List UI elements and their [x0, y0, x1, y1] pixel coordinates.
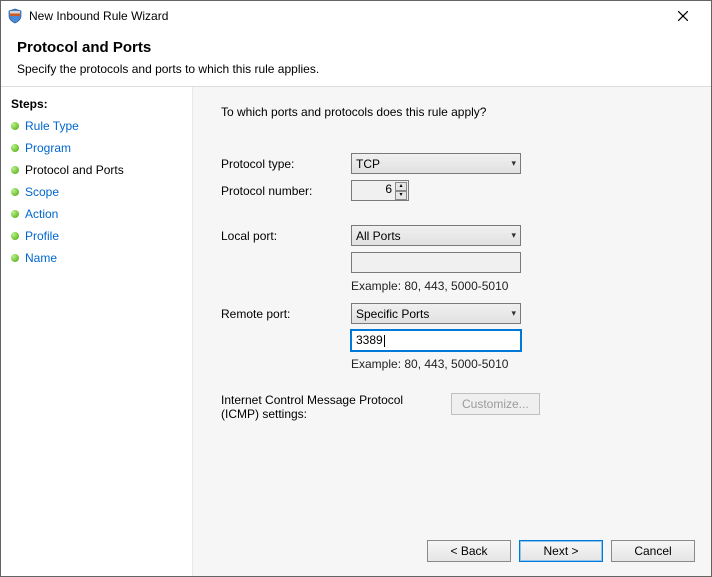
step-label: Protocol and Ports [25, 163, 124, 177]
protocol-number-input[interactable]: 6 ▴▾ [351, 180, 409, 201]
bullet-icon [11, 122, 19, 130]
protocol-number-value: 6 [385, 182, 392, 196]
remote-port-input[interactable]: 3389 [351, 330, 521, 351]
step-action[interactable]: Action [1, 203, 192, 225]
local-port-select[interactable]: All Ports ▾ [351, 225, 521, 246]
close-button[interactable] [663, 2, 703, 30]
step-label: Name [25, 251, 57, 265]
local-port-value: All Ports [356, 229, 401, 243]
steps-heading: Steps: [1, 97, 192, 115]
cancel-button[interactable]: Cancel [611, 540, 695, 562]
customize-button: Customize... [451, 393, 540, 415]
text-caret [384, 335, 385, 347]
page-title: Protocol and Ports [17, 39, 695, 56]
title-bar: New Inbound Rule Wizard [1, 1, 711, 31]
wizard-footer: < Back Next > Cancel [427, 540, 695, 562]
chevron-down-icon: ▾ [511, 230, 516, 241]
step-protocol-and-ports[interactable]: Protocol and Ports [1, 159, 192, 181]
step-rule-type[interactable]: Rule Type [1, 115, 192, 137]
step-label: Profile [25, 229, 59, 243]
bullet-icon [11, 144, 19, 152]
step-label: Program [25, 141, 71, 155]
local-port-example: Example: 80, 443, 5000-5010 [351, 279, 691, 293]
protocol-type-select[interactable]: TCP ▾ [351, 153, 521, 174]
protocol-type-label: Protocol type: [221, 157, 351, 171]
local-port-label: Local port: [221, 229, 351, 243]
bullet-icon [11, 254, 19, 262]
step-label: Scope [25, 185, 59, 199]
protocol-type-value: TCP [356, 157, 380, 171]
back-button[interactable]: < Back [427, 540, 511, 562]
content-prompt: To which ports and protocols does this r… [221, 105, 691, 119]
page-subtitle: Specify the protocols and ports to which… [17, 62, 695, 76]
step-profile[interactable]: Profile [1, 225, 192, 247]
step-scope[interactable]: Scope [1, 181, 192, 203]
close-icon [678, 11, 688, 21]
content-panel: To which ports and protocols does this r… [193, 87, 711, 576]
steps-sidebar: Steps: Rule Type Program Protocol and Po… [1, 87, 193, 576]
app-icon [7, 8, 23, 24]
page-header: Protocol and Ports Specify the protocols… [1, 31, 711, 87]
step-program[interactable]: Program [1, 137, 192, 159]
bullet-icon [11, 232, 19, 240]
remote-port-label: Remote port: [221, 307, 351, 321]
icmp-label: Internet Control Message Protocol (ICMP)… [221, 393, 431, 421]
remote-port-example: Example: 80, 443, 5000-5010 [351, 357, 691, 371]
remote-port-value: Specific Ports [356, 307, 429, 321]
remote-port-select[interactable]: Specific Ports ▾ [351, 303, 521, 324]
step-name[interactable]: Name [1, 247, 192, 269]
protocol-number-label: Protocol number: [221, 184, 351, 198]
remote-port-text: 3389 [356, 333, 383, 347]
local-port-input[interactable] [351, 252, 521, 273]
spinner-icon[interactable]: ▴▾ [395, 182, 407, 199]
step-label: Action [25, 207, 58, 221]
chevron-down-icon: ▾ [511, 158, 516, 169]
window-title: New Inbound Rule Wizard [29, 9, 663, 23]
step-label: Rule Type [25, 119, 79, 133]
bullet-icon [11, 210, 19, 218]
chevron-down-icon: ▾ [511, 308, 516, 319]
bullet-icon [11, 166, 19, 174]
next-button[interactable]: Next > [519, 540, 603, 562]
bullet-icon [11, 188, 19, 196]
